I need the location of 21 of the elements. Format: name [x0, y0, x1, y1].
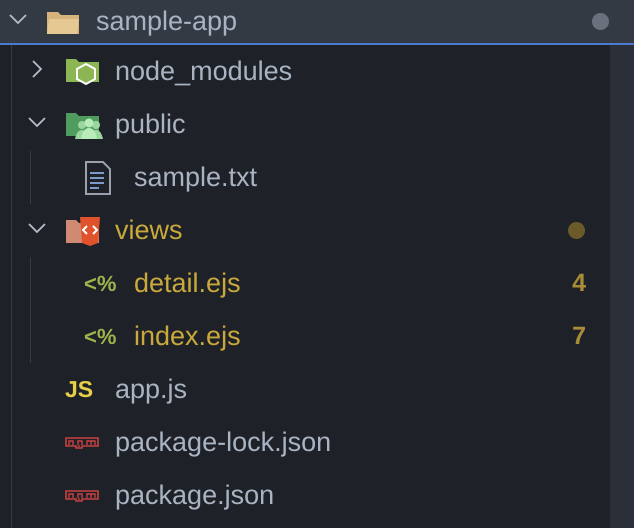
npm-icon: [65, 436, 99, 448]
folder-name[interactable]: views: [115, 215, 568, 246]
file-name[interactable]: detail.ejs: [134, 268, 572, 299]
problem-count: 4: [572, 269, 586, 298]
npm-icon: [65, 490, 99, 502]
folder-name[interactable]: node_modules: [115, 56, 594, 87]
js-file-icon: JS: [65, 376, 94, 403]
folder-name[interactable]: sample-app: [96, 6, 592, 37]
template-file-icon: <%: [84, 324, 116, 350]
file-name[interactable]: package-lock.json: [115, 427, 594, 458]
folder-name[interactable]: public: [115, 109, 594, 140]
document-icon: [84, 160, 112, 194]
scrollbar-track[interactable]: [610, 45, 634, 528]
file-name[interactable]: index.ejs: [134, 321, 572, 352]
file-name[interactable]: sample.txt: [134, 162, 594, 193]
root-folder-row[interactable]: sample-app: [0, 0, 634, 45]
folder-code-icon: [65, 214, 103, 246]
template-file-icon: <%: [84, 270, 116, 296]
file-name[interactable]: package.json: [115, 480, 594, 511]
file-name[interactable]: app.js: [115, 374, 594, 405]
problem-count: 7: [572, 322, 586, 351]
